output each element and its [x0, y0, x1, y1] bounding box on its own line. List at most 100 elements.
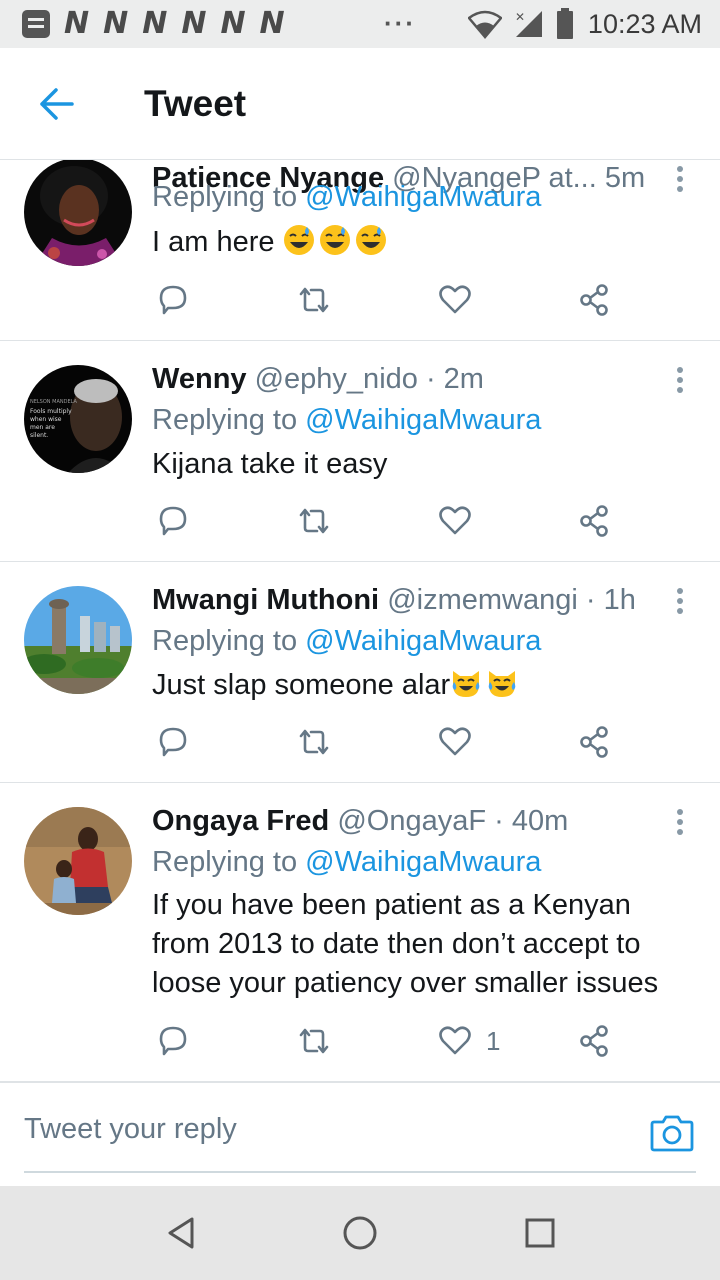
sweat-smile-emoji: [355, 225, 386, 255]
replying-to-label: Replying to: [152, 625, 298, 657]
notification-n-icon: N: [142, 6, 168, 41]
like-button[interactable]: [438, 501, 472, 541]
avatar[interactable]: [24, 160, 132, 266]
share-button[interactable]: [578, 280, 612, 320]
retweet-button[interactable]: [296, 1021, 332, 1061]
back-button[interactable]: [26, 74, 86, 134]
retweet-button[interactable]: [296, 722, 332, 762]
camera-button[interactable]: [650, 1113, 694, 1153]
like-button[interactable]: [438, 280, 472, 320]
reply-icon: [159, 506, 187, 536]
replying-to-handle[interactable]: @WaihigaMwaura: [305, 181, 541, 213]
replying-to: Replying to @WaihigaMwaura: [152, 181, 541, 214]
reply-icon: [159, 285, 187, 315]
heart-icon: [439, 727, 471, 756]
tweet-actions: 1: [152, 1021, 632, 1061]
retweet-icon: [299, 1028, 329, 1054]
retweet-icon: [299, 729, 329, 755]
notification-n-icon: N: [259, 6, 285, 41]
retweet-icon: [299, 508, 329, 534]
heart-icon: [439, 285, 471, 314]
reply-icon: [159, 1026, 187, 1056]
like-button[interactable]: [438, 722, 472, 762]
more-options-button[interactable]: [672, 367, 688, 397]
home-circle-icon: [343, 1216, 377, 1250]
tweet-card[interactable]: Patience Nyange @NyangeP at... 5m Replyi…: [0, 160, 720, 341]
author-name[interactable]: Wenny: [152, 363, 247, 395]
tweet-header: Mwangi Muthoni @izmemwangi · 1h: [152, 584, 636, 617]
tweet-time: 5m: [604, 162, 646, 194]
replying-to-label: Replying to: [152, 181, 298, 213]
share-button[interactable]: [578, 1021, 612, 1061]
heart-icon: [439, 506, 471, 535]
tweet-text: Just slap someone alar: [152, 666, 692, 705]
more-options-button[interactable]: [672, 588, 688, 618]
system-navigation-bar: [0, 1186, 720, 1280]
back-triangle-icon: [168, 1217, 194, 1249]
share-icon: [580, 505, 608, 537]
tweet-actions: [152, 501, 632, 541]
share-icon: [580, 726, 608, 758]
svg-text:Fools multiply: Fools multiply: [30, 408, 72, 415]
nav-recents-button[interactable]: [520, 1213, 560, 1253]
status-bar: N N N N N N ··· ✕ 10:23 AM: [0, 0, 720, 48]
more-options-button[interactable]: [672, 166, 688, 196]
tweet-text-content: Just slap someone alar: [152, 669, 451, 701]
tweet-card[interactable]: Mwangi Muthoni @izmemwangi · 1h Replying…: [0, 562, 720, 783]
status-time: 10:23 AM: [587, 8, 702, 39]
reply-button[interactable]: [156, 501, 190, 541]
input-underline: [24, 1171, 696, 1173]
notification-n-icon: N: [64, 6, 90, 41]
reply-composer: Tweet your reply: [0, 1082, 720, 1186]
notification-n-icon: N: [103, 6, 129, 41]
cat-joy-emoji: [488, 671, 516, 697]
tweet-card[interactable]: Ongaya Fred @OngayaF · 40m Replying to @…: [0, 783, 720, 1082]
retweet-button[interactable]: [296, 280, 332, 320]
reply-button[interactable]: [156, 280, 190, 320]
tweet-actions: [152, 280, 632, 320]
replying-to-handle[interactable]: @WaihigaMwaura: [305, 404, 541, 436]
cat-joy-emoji: [452, 671, 480, 697]
share-button[interactable]: [578, 501, 612, 541]
more-options-button[interactable]: [672, 809, 688, 839]
author-name[interactable]: Mwangi Muthoni: [152, 584, 379, 616]
avatar[interactable]: [24, 807, 132, 915]
share-button[interactable]: [578, 722, 612, 762]
recents-square-icon: [525, 1218, 555, 1248]
reply-feed[interactable]: Patience Nyange @NyangeP at... 5m Replyi…: [0, 160, 720, 1082]
author-name[interactable]: Ongaya Fred: [152, 805, 329, 837]
tweet-text-content: I am here: [152, 226, 275, 258]
tweet-card[interactable]: NELSON MANDELA Fools multiply when wise …: [0, 341, 720, 562]
tweet-time: · 2m: [425, 363, 484, 395]
more-notifications-icon: ···: [384, 8, 416, 38]
reply-button[interactable]: [156, 722, 190, 762]
retweet-button[interactable]: [296, 501, 332, 541]
nav-home-button[interactable]: [340, 1213, 380, 1253]
svg-text:when wise: when wise: [30, 416, 62, 423]
svg-text:NELSON MANDELA: NELSON MANDELA: [30, 399, 78, 405]
author-handle: @izmemwangi: [387, 584, 578, 616]
replying-to: Replying to @WaihigaMwaura: [152, 625, 541, 658]
tweet-header: Ongaya Fred @OngayaF · 40m: [152, 805, 568, 838]
wifi-icon: [467, 10, 502, 39]
author-handle: @ephy_nido: [254, 363, 418, 395]
tweet-actions: [152, 722, 632, 762]
sweat-smile-emoji: [283, 225, 314, 255]
replying-to-handle[interactable]: @WaihigaMwaura: [305, 846, 541, 878]
replying-to-label: Replying to: [152, 404, 298, 436]
reply-button[interactable]: [156, 1021, 190, 1061]
avatar[interactable]: NELSON MANDELA Fools multiply when wise …: [24, 365, 132, 473]
share-icon: [580, 1025, 608, 1057]
reply-input[interactable]: Tweet your reply: [24, 1113, 237, 1146]
battery-icon: [556, 8, 573, 39]
replying-to-handle[interactable]: @WaihigaMwaura: [305, 625, 541, 657]
tweet-time: · 1h: [585, 584, 636, 616]
like-count: 1: [486, 1025, 501, 1056]
svg-text:silent.: silent.: [30, 432, 48, 439]
replying-to: Replying to @WaihigaMwaura: [152, 404, 541, 437]
tweet-text: I am here: [152, 223, 692, 262]
like-button[interactable]: 1: [438, 1021, 500, 1061]
nav-back-button[interactable]: [162, 1213, 202, 1253]
author-handle: @OngayaF: [337, 805, 487, 837]
avatar[interactable]: [24, 586, 132, 694]
